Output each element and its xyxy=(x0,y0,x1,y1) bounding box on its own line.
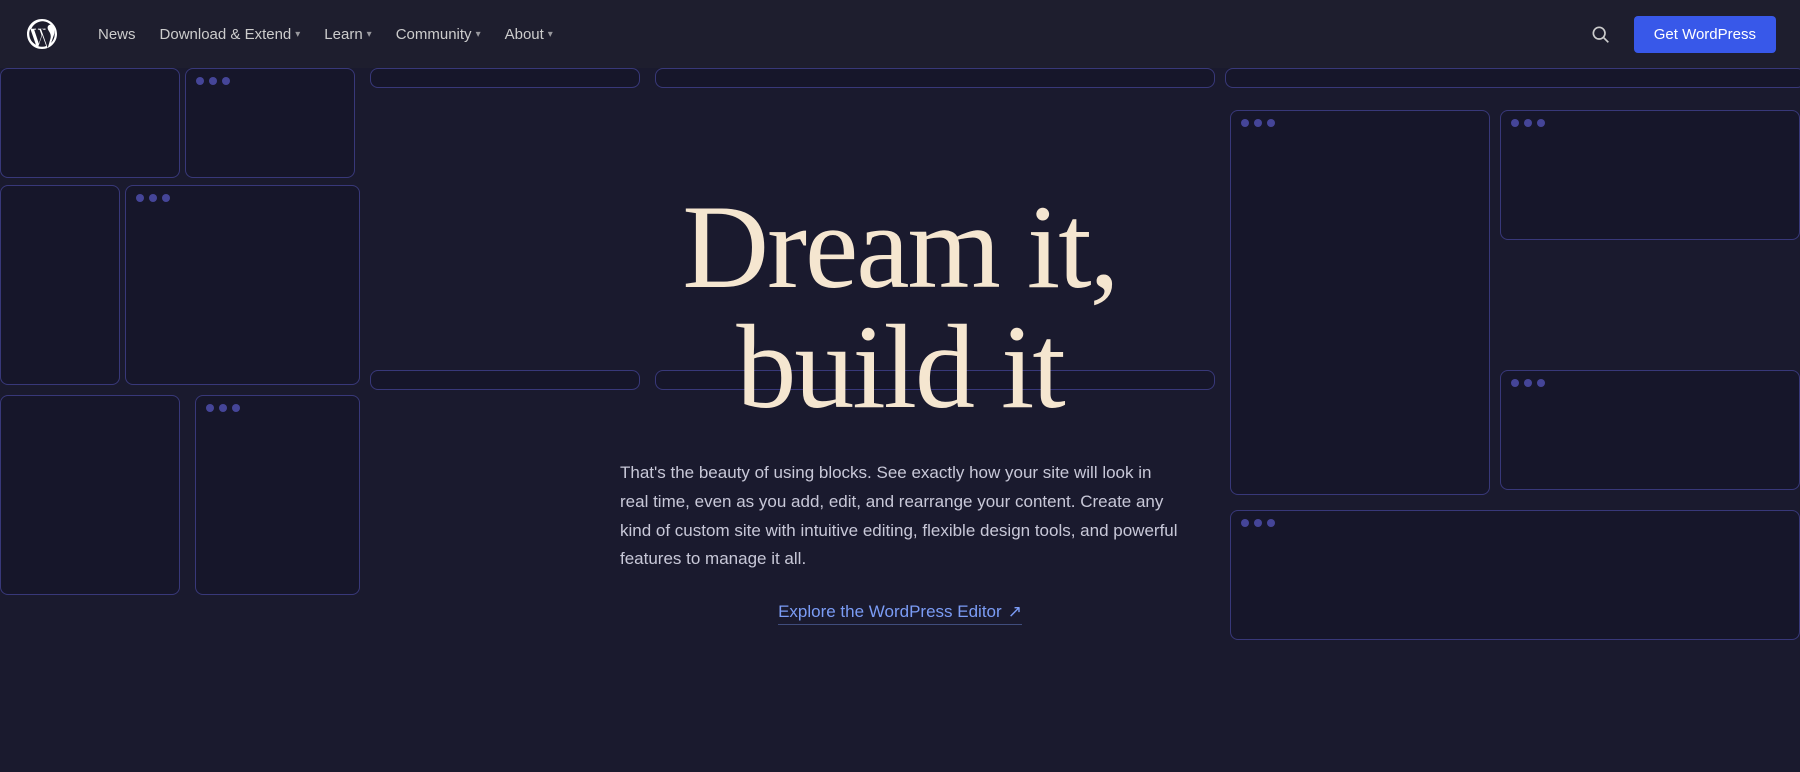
card-dots xyxy=(1231,111,1489,135)
hero-title-line2: build it xyxy=(736,300,1063,433)
card-dots xyxy=(1501,111,1799,135)
get-wordpress-button[interactable]: Get WordPress xyxy=(1634,16,1776,53)
card-dot xyxy=(1511,379,1519,387)
nav-right: Get WordPress xyxy=(1582,16,1776,53)
card-dot xyxy=(206,404,214,412)
hero-content: Dream it, build it That's the beauty of … xyxy=(620,187,1180,626)
nav-label-news: News xyxy=(98,26,136,43)
card-dot xyxy=(1241,119,1249,127)
card-dot xyxy=(1511,119,1519,127)
card-dot xyxy=(1524,119,1532,127)
card-dot xyxy=(222,77,230,85)
bg-card xyxy=(1500,370,1800,490)
bg-card xyxy=(1500,110,1800,240)
nav-item-about[interactable]: About ▾ xyxy=(495,18,563,51)
card-dot xyxy=(136,194,144,202)
nav-item-community[interactable]: Community ▾ xyxy=(386,18,491,51)
wordpress-logo[interactable] xyxy=(24,16,60,52)
bg-card xyxy=(0,185,120,385)
bg-card xyxy=(370,68,640,88)
card-dot xyxy=(162,194,170,202)
card-dot xyxy=(1254,119,1262,127)
card-dot xyxy=(1267,119,1275,127)
card-dot xyxy=(1537,379,1545,387)
bg-card xyxy=(0,68,180,178)
search-button[interactable] xyxy=(1582,16,1618,52)
chevron-down-icon: ▾ xyxy=(476,29,481,40)
card-dots xyxy=(186,69,354,93)
bg-card xyxy=(195,395,360,595)
card-dot xyxy=(1254,519,1262,527)
hero-section: Dream it, build it That's the beauty of … xyxy=(0,0,1800,772)
card-dot xyxy=(149,194,157,202)
chevron-down-icon: ▾ xyxy=(295,29,300,40)
hero-title-line1: Dream it, xyxy=(682,180,1117,313)
explore-editor-label: Explore the WordPress Editor xyxy=(778,602,1002,622)
chevron-down-icon: ▾ xyxy=(548,29,553,40)
nav-label-community: Community xyxy=(396,26,472,43)
nav-label-download-extend: Download & Extend xyxy=(160,26,292,43)
navbar: News Download & Extend ▾ Learn ▾ Communi… xyxy=(0,0,1800,68)
external-link-icon: ↗ xyxy=(1008,602,1022,622)
get-wordpress-label: Get WordPress xyxy=(1654,26,1756,43)
card-dots xyxy=(1231,511,1799,535)
bg-card xyxy=(1225,68,1800,88)
card-dot xyxy=(1537,119,1545,127)
card-dots xyxy=(1501,371,1799,395)
card-dot xyxy=(219,404,227,412)
card-dots xyxy=(196,396,359,420)
bg-card xyxy=(1230,510,1800,640)
bg-card xyxy=(370,370,640,390)
bg-card xyxy=(1230,110,1490,495)
card-dot xyxy=(1241,519,1249,527)
bg-card xyxy=(125,185,360,385)
nav-label-about: About xyxy=(505,26,544,43)
nav-label-learn: Learn xyxy=(324,26,362,43)
nav-item-download-extend[interactable]: Download & Extend ▾ xyxy=(150,18,311,51)
card-dot xyxy=(1524,379,1532,387)
hero-description: That's the beauty of using blocks. See e… xyxy=(620,459,1180,575)
hero-title: Dream it, build it xyxy=(620,187,1180,427)
nav-item-learn[interactable]: Learn ▾ xyxy=(314,18,381,51)
explore-editor-link[interactable]: Explore the WordPress Editor ↗ xyxy=(778,602,1022,625)
nav-item-news[interactable]: News xyxy=(88,18,146,51)
card-dot xyxy=(232,404,240,412)
bg-card xyxy=(655,68,1215,88)
nav-links: News Download & Extend ▾ Learn ▾ Communi… xyxy=(88,18,1582,51)
bg-card xyxy=(0,395,180,595)
search-icon xyxy=(1590,24,1610,44)
card-dots xyxy=(126,186,359,210)
card-dot xyxy=(209,77,217,85)
chevron-down-icon: ▾ xyxy=(367,29,372,40)
card-dot xyxy=(1267,519,1275,527)
bg-card xyxy=(185,68,355,178)
card-dot xyxy=(196,77,204,85)
